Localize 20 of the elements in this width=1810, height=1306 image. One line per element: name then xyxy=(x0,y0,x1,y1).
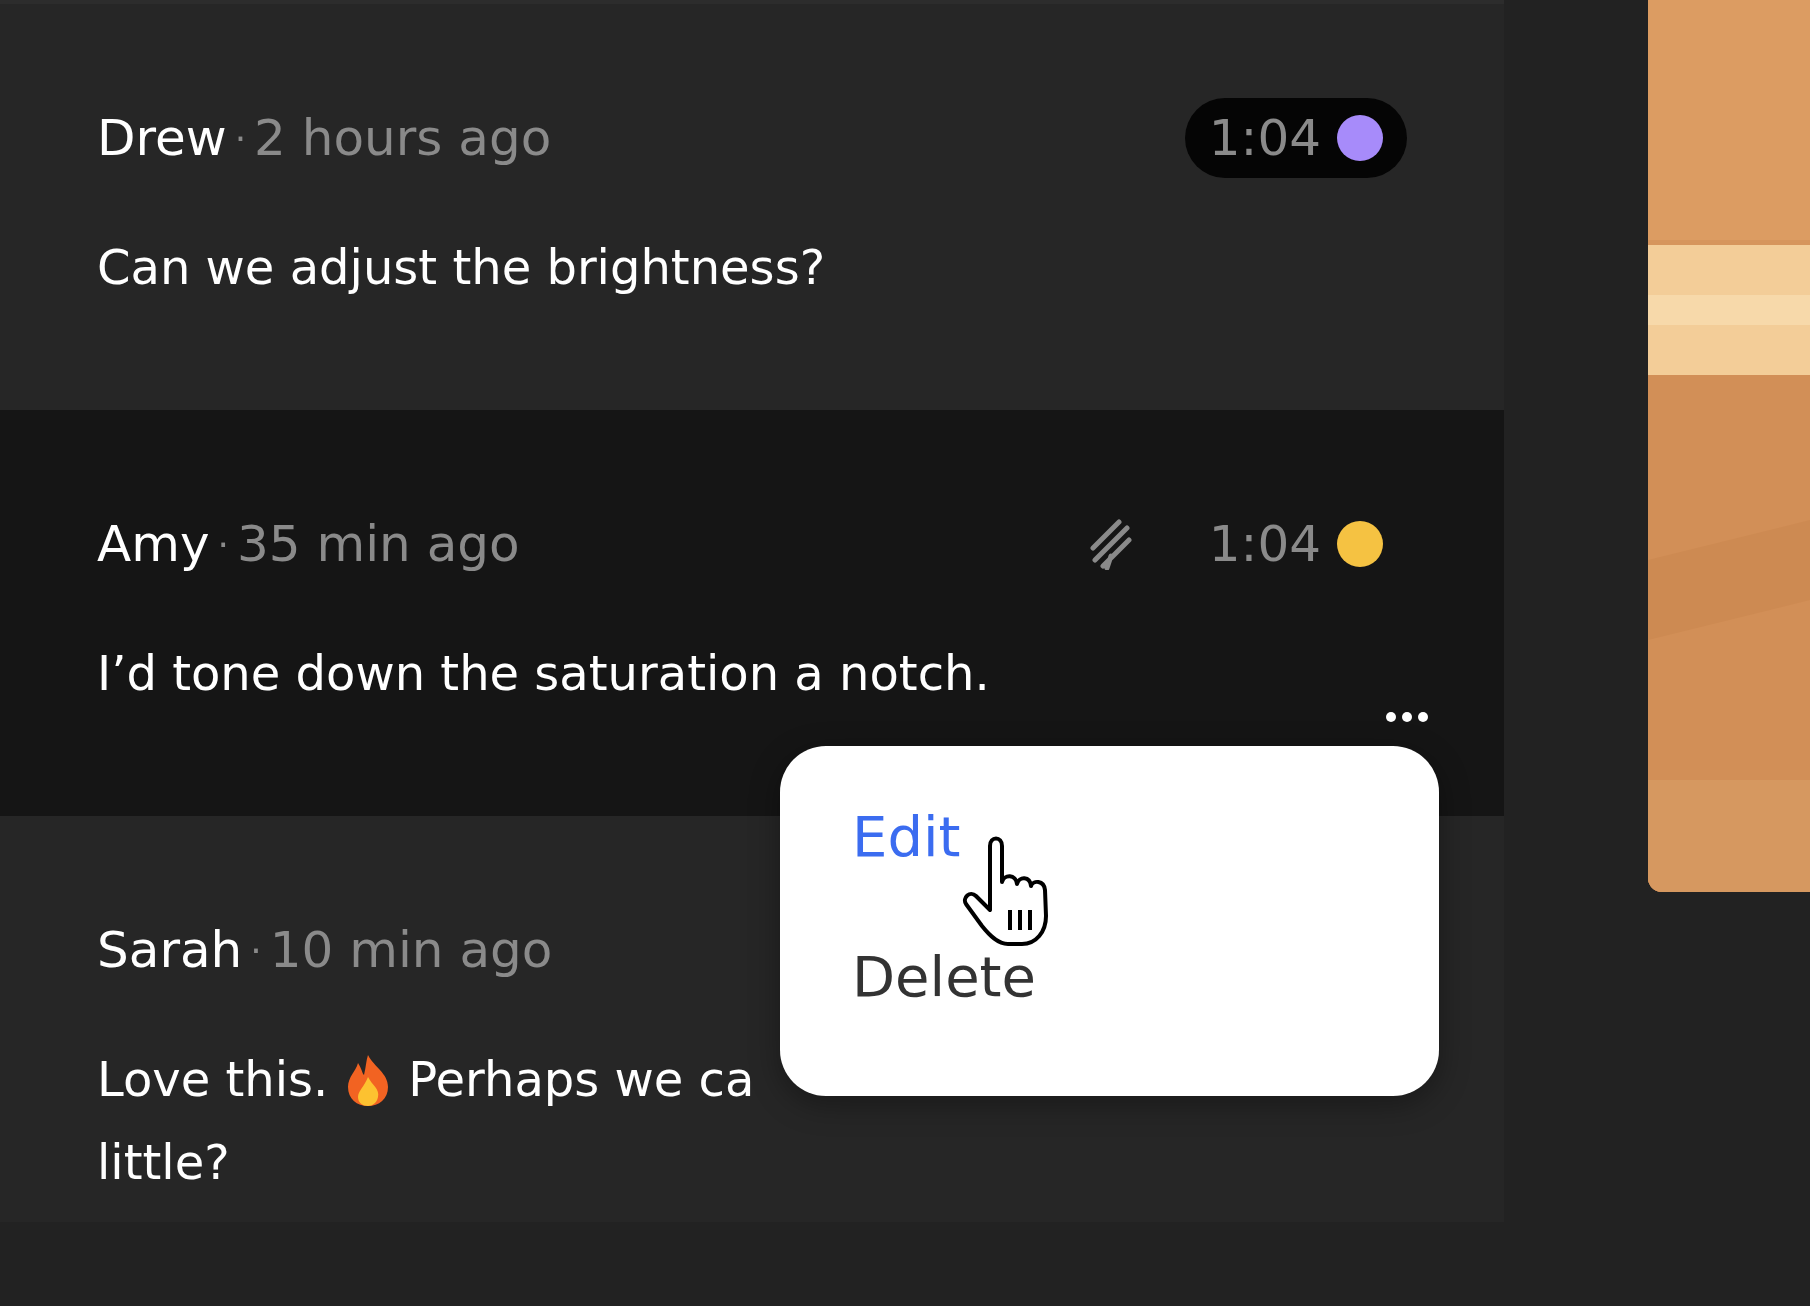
timestamp[interactable]: 1:04 xyxy=(1184,504,1407,584)
comment-text: Can we adjust the brightness? xyxy=(97,238,827,297)
comment-text: Love this. xyxy=(97,1050,329,1109)
author-name: Sarah xyxy=(97,921,243,979)
separator-dot: · xyxy=(250,929,262,971)
author-name: Amy xyxy=(97,515,210,573)
comment-time: 2 hours ago xyxy=(254,109,552,167)
scribble-icon[interactable] xyxy=(1088,518,1135,570)
separator-dot: · xyxy=(217,523,229,565)
more-icon[interactable] xyxy=(1384,710,1430,724)
comment-time: 10 min ago xyxy=(269,921,553,979)
menu-item[interactable]: Delete xyxy=(852,942,1036,1012)
separator-dot: · xyxy=(234,117,247,159)
timestamp-pill[interactable]: 1:04 xyxy=(1184,98,1407,178)
comment-text: little? xyxy=(97,1133,231,1192)
author-name: Drew xyxy=(97,109,227,167)
comment-text: Perhaps we ca xyxy=(408,1050,755,1109)
menu-item[interactable]: Edit xyxy=(852,802,961,872)
comment-time: 35 min ago xyxy=(236,515,520,573)
comment-text: I’d tone down the saturation a notch. xyxy=(97,644,991,703)
